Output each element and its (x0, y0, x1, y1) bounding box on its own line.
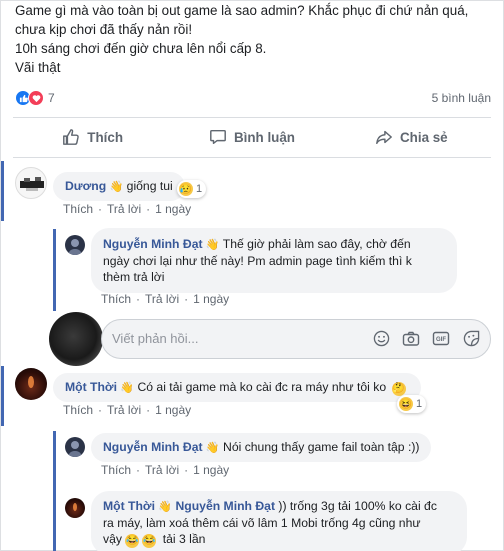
comment-like-link[interactable]: Thích (63, 202, 93, 216)
comment-time[interactable]: 1 ngày (193, 292, 229, 306)
comment-text: Thế giờ phải làm sao đây, chờ đến (222, 237, 411, 251)
post-line: chưa kịp chơi đã thấy nản rồi! (15, 22, 193, 37)
wave-icon: 👋 (158, 501, 173, 513)
share-button[interactable]: Chia sẻ (332, 119, 491, 155)
comment-reply-link[interactable]: Trả lời (107, 202, 141, 216)
comment-meta: Thích · Trả lời · 1 ngày (63, 403, 191, 417)
comment-count[interactable]: 5 bình luận (432, 89, 491, 107)
comment-text: ngày chơi lại như thế này! Pm admin page… (103, 254, 412, 268)
comment-reaction-count: 1 (416, 398, 423, 410)
comment-button[interactable]: Bình luận (172, 119, 331, 155)
reply-placeholder: Viết phản hồi... (112, 331, 199, 346)
separator: · (98, 403, 103, 417)
comment-reaction-count: 1 (196, 183, 203, 195)
comment-text: Có ai tải game mà ko cài đc ra máy như t… (137, 380, 387, 394)
comment-author[interactable]: Một Thời (65, 380, 117, 394)
comment-reply-link[interactable]: Trả lời (107, 403, 141, 417)
post-line: Game gì mà vào toàn bị out game là sao a… (15, 3, 469, 18)
current-user-avatar[interactable] (49, 312, 103, 366)
wave-icon: 👋 (120, 382, 135, 394)
action-bar: Thích Bình luận Chia sẻ (13, 119, 491, 155)
tagged-user[interactable]: Nguyễn Minh Đạt (175, 499, 275, 513)
separator: · (184, 292, 189, 306)
comment-text: tải 3 lần (162, 532, 206, 546)
comment-text: Nói chung thấy game fail toàn tập :)) (223, 440, 420, 454)
avatar[interactable] (15, 368, 47, 400)
svg-text:GIF: GIF (436, 337, 446, 343)
sad-emoji-icon: 😥 (179, 182, 193, 196)
comment-time[interactable]: 1 ngày (193, 463, 229, 477)
laughing-emoji-icon: 😆 (399, 397, 413, 411)
post-line: 10h sáng chơi đến giờ chưa lên nổi cấp 8… (15, 41, 267, 56)
comment-bubble: Dương 👋 giống tui (53, 172, 185, 201)
comment-text: ra máy, làm xoá thêm cái võ lâm 1 Mobi t… (103, 516, 421, 530)
comment-text: giống tui (126, 179, 173, 193)
avatar[interactable] (65, 437, 85, 457)
comment-bubble: Nguyễn Minh Đạt 👋 Nói chung thấy game fa… (91, 433, 432, 462)
reaction-count: 7 (48, 91, 55, 105)
comment-label: Bình luận (233, 129, 295, 145)
wave-icon: 👋 (205, 442, 220, 454)
comment-meta: Thích · Trả lời · 1 ngày (63, 202, 191, 216)
separator: · (184, 463, 189, 477)
emoji-icon[interactable] (372, 329, 390, 347)
avatar[interactable] (15, 167, 47, 199)
wave-icon: 👋 (205, 239, 220, 251)
thinking-emoji-icon: 🤔 (391, 382, 406, 396)
comment-bubble: Nguyễn Minh Đạt 👋 Thế giờ phải làm sao đ… (91, 228, 457, 293)
separator: · (136, 292, 141, 306)
reply-accent-bar (53, 431, 56, 551)
comment-accent-bar (1, 161, 4, 221)
reply-box-icons: GIF (372, 329, 480, 347)
comment-text: vậy (103, 532, 122, 546)
like-label: Thích (87, 129, 124, 145)
separator: · (98, 202, 103, 216)
reaction-summary[interactable]: 7 (15, 89, 55, 107)
divider (13, 117, 491, 118)
share-label: Chia sẻ (400, 129, 448, 145)
comment-icon (210, 129, 226, 145)
comment-text: thèm trả lời (103, 270, 165, 284)
avatar[interactable] (65, 235, 85, 255)
comment-reply-link[interactable]: Trả lời (145, 463, 179, 477)
laughing-emoji-icon: 😂 (125, 534, 140, 548)
comment-bubble: Một Thời 👋 Nguyễn Minh Đạt )) trống 3g t… (91, 491, 467, 551)
comment-bubble: Một Thời 👋 Có ai tải game mà ko cài đc r… (53, 373, 421, 402)
post-line: Vãi thật (15, 60, 61, 75)
wave-icon: 👋 (109, 181, 124, 193)
comment-reply-link[interactable]: Trả lời (145, 292, 179, 306)
sticker-icon[interactable] (462, 329, 480, 347)
reply-input[interactable]: Viết phản hồi... GIF (101, 319, 491, 359)
comment-text: )) trống 3g tải 100% ko cài đc (278, 499, 437, 513)
separator: · (136, 463, 141, 477)
thumbs-up-icon (63, 129, 80, 145)
comment-author[interactable]: Một Thời (103, 499, 155, 513)
comment-like-link[interactable]: Thích (101, 463, 131, 477)
comment-meta: Thích · Trả lời · 1 ngày (101, 292, 229, 306)
laughing-emoji-icon: 😂 (142, 534, 157, 548)
camera-icon[interactable] (402, 329, 420, 347)
comment-reaction-badge[interactable]: 😥 1 (177, 180, 207, 198)
divider (13, 157, 491, 158)
post-container: Game gì mà vào toàn bị out game là sao a… (0, 0, 504, 551)
post-text: Game gì mà vào toàn bị out game là sao a… (15, 1, 495, 77)
comment-author[interactable]: Nguyễn Minh Đạt (103, 237, 203, 251)
comment-time[interactable]: 1 ngày (155, 403, 191, 417)
separator: · (146, 403, 151, 417)
avatar[interactable] (65, 498, 85, 518)
comment-accent-bar (1, 366, 4, 426)
share-icon (376, 130, 392, 145)
like-button[interactable]: Thích (13, 119, 172, 155)
comment-reaction-badge[interactable]: 😆 1 (397, 395, 427, 413)
comment-author[interactable]: Nguyễn Minh Đạt (103, 440, 203, 454)
comment-meta: Thích · Trả lời · 1 ngày (101, 463, 229, 477)
comment-time[interactable]: 1 ngày (155, 202, 191, 216)
comment-like-link[interactable]: Thích (63, 403, 93, 417)
comment-like-link[interactable]: Thích (101, 292, 131, 306)
reply-accent-bar (53, 229, 56, 311)
gif-icon[interactable]: GIF (432, 329, 450, 347)
comment-author[interactable]: Dương (65, 179, 106, 193)
love-reaction-icon (28, 90, 44, 106)
separator: · (146, 202, 151, 216)
